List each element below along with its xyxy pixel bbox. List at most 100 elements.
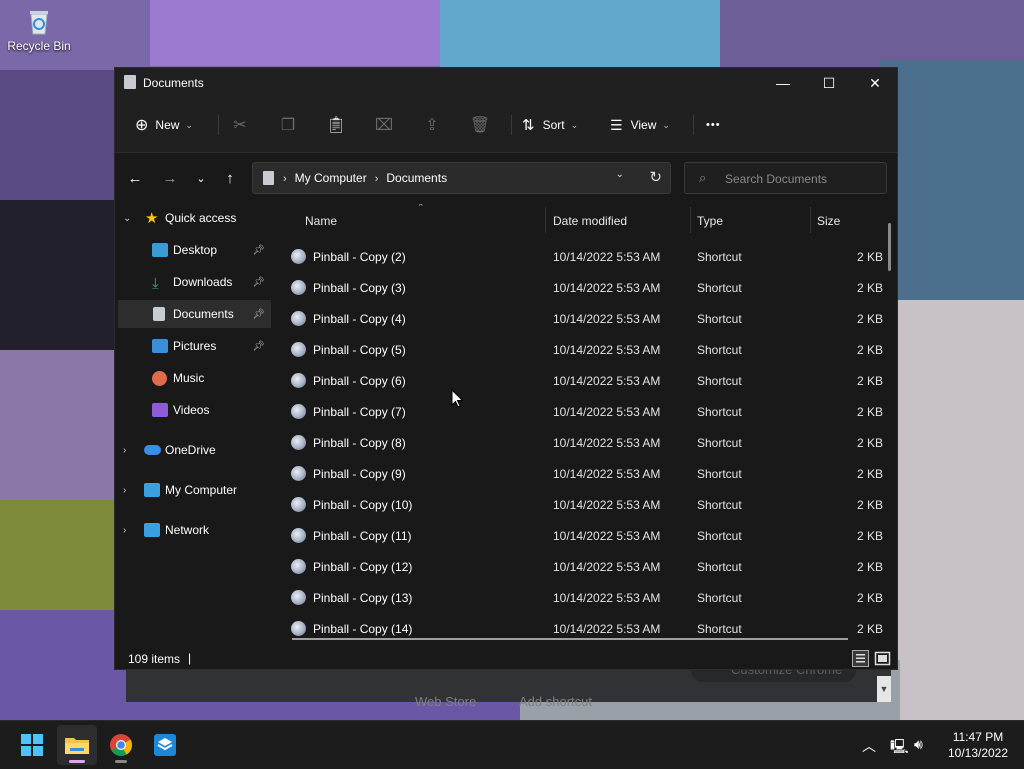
column-divider[interactable]	[690, 207, 691, 233]
sidebar-item-my-computer[interactable]: › My Computer	[115, 476, 271, 504]
column-header-size[interactable]: Size	[817, 214, 840, 228]
chevron-right-icon[interactable]: ›	[123, 485, 126, 496]
breadcrumb-separator-icon: ›	[374, 173, 379, 185]
file-size: 2 KB	[856, 343, 883, 357]
file-date-modified: 10/14/2022 5:53 AM	[553, 436, 661, 450]
volume-icon[interactable]: 🔊︎	[914, 736, 923, 753]
file-row[interactable]: Pinball - Copy (2) 10/14/2022 5:53 AM Shor…	[289, 242, 887, 273]
refresh-icon[interactable]: ↻	[649, 168, 662, 186]
chevron-right-icon[interactable]: ›	[123, 445, 126, 456]
file-date-modified: 10/14/2022 5:53 AM	[553, 498, 661, 512]
taskbar-file-explorer[interactable]	[57, 725, 97, 765]
delete-icon[interactable]: 🗑︎	[468, 113, 492, 137]
taskbar-chrome[interactable]	[101, 725, 141, 765]
taskbar-store-app[interactable]	[145, 725, 185, 765]
sidebar-item-documents[interactable]: Documents 📌︎	[118, 300, 271, 328]
file-size: 2 KB	[856, 529, 883, 543]
file-date-modified: 10/14/2022 5:53 AM	[553, 560, 661, 574]
sidebar-item-onedrive[interactable]: › OneDrive	[115, 436, 271, 464]
pin-icon[interactable]: 📌︎	[252, 309, 265, 320]
cut-icon[interactable]: ✂	[228, 113, 252, 137]
recycle-bin-shortcut[interactable]: Recycle Bin	[6, 6, 72, 53]
large-icons-view-icon[interactable]	[874, 650, 891, 667]
maximize-button[interactable]: ☐	[806, 68, 852, 98]
file-row[interactable]: Pinball - Copy (5) 10/14/2022 5:53 AM Shor…	[289, 335, 887, 366]
title-bar[interactable]: Documents — ☐ ✕	[115, 68, 897, 98]
rename-icon[interactable]: ⌧	[372, 113, 396, 137]
chrome-icon	[110, 734, 132, 756]
sidebar-item-network[interactable]: › Network	[115, 516, 271, 544]
network-status-icon[interactable]: 🖳︎	[890, 736, 909, 760]
column-divider[interactable]	[810, 207, 811, 233]
file-row[interactable]: Pinball - Copy (9) 10/14/2022 5:53 AM Shor…	[289, 459, 887, 490]
recent-locations-chevron-icon[interactable]: ⌄	[190, 167, 212, 189]
column-header-type[interactable]: Type	[697, 214, 723, 228]
view-label: View	[630, 118, 657, 132]
text-cursor: |	[188, 651, 192, 665]
file-name: Pinball - Copy (13)	[313, 591, 413, 605]
horizontal-scrollbar[interactable]	[292, 638, 848, 640]
pin-icon[interactable]: 📌︎	[252, 277, 265, 288]
add-shortcut-link[interactable]: Add shortcut	[519, 694, 592, 709]
minimize-button[interactable]: —	[760, 68, 806, 98]
more-options-button[interactable]: •••	[706, 110, 721, 140]
file-row[interactable]: Pinball - Copy (14) 10/14/2022 5:53 AM Sho…	[289, 614, 887, 645]
chevron-down-icon[interactable]: ⌄	[123, 213, 131, 224]
file-name: Pinball - Copy (11)	[313, 529, 412, 543]
file-row[interactable]: Pinball - Copy (13) 10/14/2022 5:53 AM Sho…	[289, 583, 887, 614]
paste-icon[interactable]: 📋︎	[324, 113, 348, 137]
file-name: Pinball - Copy (6)	[313, 374, 406, 388]
web-store-shortcut[interactable]: Web Store	[415, 694, 476, 709]
up-arrow-icon[interactable]: ↑	[219, 167, 241, 189]
chevron-right-icon[interactable]: ›	[123, 525, 126, 536]
sort-button[interactable]: ⇅ Sort ⌄	[522, 110, 578, 140]
sidebar-item-desktop[interactable]: Desktop 📌︎	[115, 236, 271, 264]
share-icon[interactable]: ⇪	[420, 113, 444, 137]
file-row[interactable]: Pinball - Copy (6) 10/14/2022 5:53 AM Shor…	[289, 366, 887, 397]
sidebar-item-music[interactable]: Music	[115, 364, 271, 392]
address-dropdown-icon[interactable]: ⌄	[616, 169, 624, 180]
shortcut-file-icon	[291, 590, 306, 605]
sort-ascending-icon: ⌃	[417, 204, 425, 212]
system-clock[interactable]: 11:47 PM 10/13/2022	[938, 729, 1018, 761]
file-size: 2 KB	[856, 281, 883, 295]
file-row[interactable]: Pinball - Copy (8) 10/14/2022 5:53 AM Shor…	[289, 428, 887, 459]
search-box[interactable]: ⌕ Search Documents	[684, 162, 887, 194]
breadcrumb-documents[interactable]: Documents	[386, 171, 447, 185]
file-date-modified: 10/14/2022 5:53 AM	[553, 281, 661, 295]
navigation-bar: ← → ⌄ ↑ › My Computer › Documents ⌄ ↻ ⌕ Sea…	[115, 153, 897, 203]
close-button[interactable]: ✕	[852, 68, 898, 98]
file-row[interactable]: Pinball - Copy (4) 10/14/2022 5:53 AM Shor…	[289, 304, 887, 335]
copy-icon[interactable]: ❐	[276, 113, 300, 137]
sidebar-item-quick-access[interactable]: ⌄ ★ Quick access	[115, 204, 271, 232]
sidebar-item-downloads[interactable]: ⤓ Downloads 📌︎	[115, 268, 271, 296]
start-button[interactable]	[12, 725, 52, 765]
details-view-icon[interactable]	[852, 650, 869, 667]
file-row[interactable]: Pinball - Copy (7) 10/14/2022 5:53 AM Shor…	[289, 397, 887, 428]
shortcut-file-icon	[291, 249, 306, 264]
file-type: Shortcut	[697, 560, 742, 574]
file-row[interactable]: Pinball - Copy (11) 10/14/2022 5:53 AM Sho…	[289, 521, 887, 552]
file-row[interactable]: Pinball - Copy (3) 10/14/2022 5:53 AM Shor…	[289, 273, 887, 304]
sidebar-item-videos[interactable]: Videos	[115, 396, 271, 424]
back-arrow-icon[interactable]: ←	[124, 167, 146, 189]
new-button[interactable]: ⊕ New ⌄	[135, 110, 193, 140]
pin-icon[interactable]: 📌︎	[252, 341, 265, 352]
column-header-date-modified[interactable]: Date modified	[553, 214, 627, 228]
view-button[interactable]: ☰ View ⌄	[610, 110, 670, 140]
breadcrumb-my-computer[interactable]: My Computer	[295, 171, 367, 185]
vertical-scrollbar[interactable]	[888, 223, 891, 271]
address-bar[interactable]: › My Computer › Documents ⌄ ↻	[252, 162, 671, 194]
file-explorer-window: Documents — ☐ ✕ ⊕ New ⌄ ✂ ❐ 📋︎ ⌧ ⇪ 🗑︎ ⇅ …	[114, 67, 898, 670]
scroll-down-arrow-icon[interactable]: ▼	[877, 676, 891, 702]
navigation-pane: ⌄ ★ Quick access Desktop 📌︎ ⤓ Downloads …	[115, 204, 271, 647]
forward-arrow-icon[interactable]: →	[159, 167, 181, 189]
file-row[interactable]: Pinball - Copy (12) 10/14/2022 5:53 AM Sho…	[289, 552, 887, 583]
column-divider[interactable]	[545, 207, 546, 233]
file-date-modified: 10/14/2022 5:53 AM	[553, 529, 661, 543]
sidebar-item-pictures[interactable]: Pictures 📌︎	[115, 332, 271, 360]
column-header-name[interactable]: Name	[305, 214, 337, 228]
show-hidden-icons-chevron-icon[interactable]: ︿	[862, 736, 876, 756]
pin-icon[interactable]: 📌︎	[252, 245, 265, 256]
file-row[interactable]: Pinball - Copy (10) 10/14/2022 5:53 AM Sho…	[289, 490, 887, 521]
